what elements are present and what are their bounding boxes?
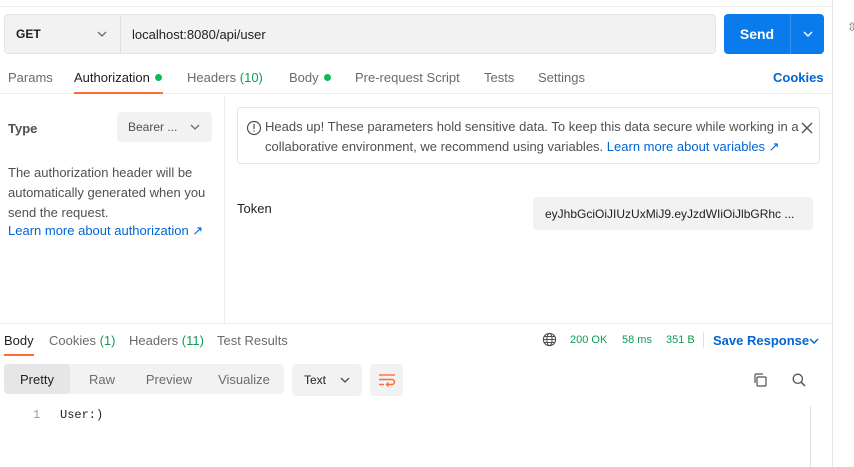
response-size[interactable]: 351 B <box>666 334 695 346</box>
type-label: Type <box>8 121 38 136</box>
wrap-lines-button[interactable] <box>370 364 403 396</box>
url-input[interactable] <box>121 15 715 53</box>
send-button[interactable]: Send <box>724 14 791 54</box>
sensitive-data-warning: Heads up! These parameters hold sensitiv… <box>237 107 820 164</box>
request-tabs: Params Authorization Headers (10) Body P… <box>0 66 832 94</box>
cookies-link[interactable]: Cookies <box>773 70 824 85</box>
send-options-button[interactable] <box>791 14 824 54</box>
globe-icon[interactable] <box>542 332 557 347</box>
format-value: Text <box>304 373 327 387</box>
method-select[interactable]: GET <box>5 15 121 53</box>
response-tab-body[interactable]: Body <box>4 333 34 348</box>
response-tab-cookies-count: (1) <box>99 333 116 348</box>
view-mode-visualize[interactable]: Visualize <box>204 364 284 394</box>
response-tab-cookies-label: Cookies <box>49 333 96 348</box>
response-tabs: Body Cookies (1) Headers (11) Test Resul… <box>0 323 832 356</box>
auth-type-value: Bearer ... <box>128 120 178 134</box>
tab-tests[interactable]: Tests <box>484 70 514 85</box>
tab-authorization[interactable]: Authorization <box>74 70 162 85</box>
tab-headers-count: (10) <box>239 70 263 85</box>
learn-more-variables-link[interactable]: Learn more about variables ↗ <box>607 139 780 154</box>
response-tab-headers-label: Headers <box>129 333 179 348</box>
tab-authorization-label: Authorization <box>74 70 150 85</box>
response-tab-headers-count: (11) <box>181 333 204 348</box>
tab-params[interactable]: Params <box>8 70 53 85</box>
chevron-down-icon <box>802 28 814 40</box>
method-label: GET <box>16 27 41 41</box>
copy-icon[interactable] <box>752 372 768 388</box>
tab-body-label: Body <box>289 70 319 85</box>
auth-type-panel: Type Bearer ... The authorization header… <box>0 95 225 323</box>
divider <box>0 6 832 7</box>
response-body-text: User:) <box>60 408 104 422</box>
response-body-editor[interactable]: 1 User:) <box>0 406 832 467</box>
response-tab-headers[interactable]: Headers (11) <box>129 333 204 348</box>
view-mode-preview[interactable]: Preview <box>134 364 204 394</box>
scrollbar[interactable] <box>810 406 830 467</box>
url-bar: GET <box>4 14 716 54</box>
learn-more-authorization-link[interactable]: Learn more about authorization ↗ <box>8 223 203 239</box>
response-tab-test-results[interactable]: Test Results <box>217 333 288 348</box>
tab-body[interactable]: Body <box>289 70 331 85</box>
send-button-group: Send <box>724 14 824 54</box>
format-select[interactable]: Text <box>292 364 362 396</box>
chevron-down-icon <box>189 121 201 133</box>
auth-description: The authorization header will be automat… <box>8 165 206 220</box>
view-mode-raw[interactable]: Raw <box>70 364 134 394</box>
tab-settings[interactable]: Settings <box>538 70 585 85</box>
active-indicator-dot <box>154 74 162 81</box>
wrap-lines-icon <box>378 374 395 387</box>
response-tab-cookies[interactable]: Cookies (1) <box>49 333 115 348</box>
close-icon[interactable] <box>799 120 815 136</box>
view-mode-pretty[interactable]: Pretty <box>4 364 70 394</box>
request-workspace: GET Send Params Authorization Headers (1… <box>0 0 832 467</box>
info-icon <box>246 120 262 136</box>
right-sidebar: ⇳ <box>832 0 854 467</box>
chevron-down-icon <box>339 374 351 386</box>
tab-headers[interactable]: Headers (10) <box>187 70 263 85</box>
lightbulb-icon[interactable]: ⇳ <box>847 20 854 34</box>
search-icon[interactable] <box>791 372 807 388</box>
active-tab-underline <box>4 354 34 356</box>
divider <box>703 332 704 348</box>
response-status[interactable]: 200 OK <box>570 334 607 346</box>
save-response-button[interactable]: Save Response <box>713 333 809 348</box>
warning-message: Heads up! These parameters hold sensitiv… <box>265 117 800 157</box>
tab-headers-label: Headers <box>187 70 237 85</box>
token-label: Token <box>237 201 272 216</box>
active-tab-underline <box>74 92 163 94</box>
response-view-modes: Pretty Raw Preview Visualize <box>4 364 284 394</box>
chevron-down-icon <box>96 28 108 40</box>
auth-type-select[interactable]: Bearer ... <box>117 112 212 142</box>
tab-pre-request-script[interactable]: Pre-request Script <box>355 70 460 85</box>
token-input[interactable]: eyJhbGciOiJIUzUxMiJ9.eyJzdWIiOiJlbGRhc .… <box>533 197 813 230</box>
active-indicator-dot <box>323 74 331 81</box>
response-time[interactable]: 58 ms <box>622 334 652 346</box>
line-number: 1 <box>33 408 41 422</box>
chevron-down-icon[interactable] <box>808 335 820 347</box>
